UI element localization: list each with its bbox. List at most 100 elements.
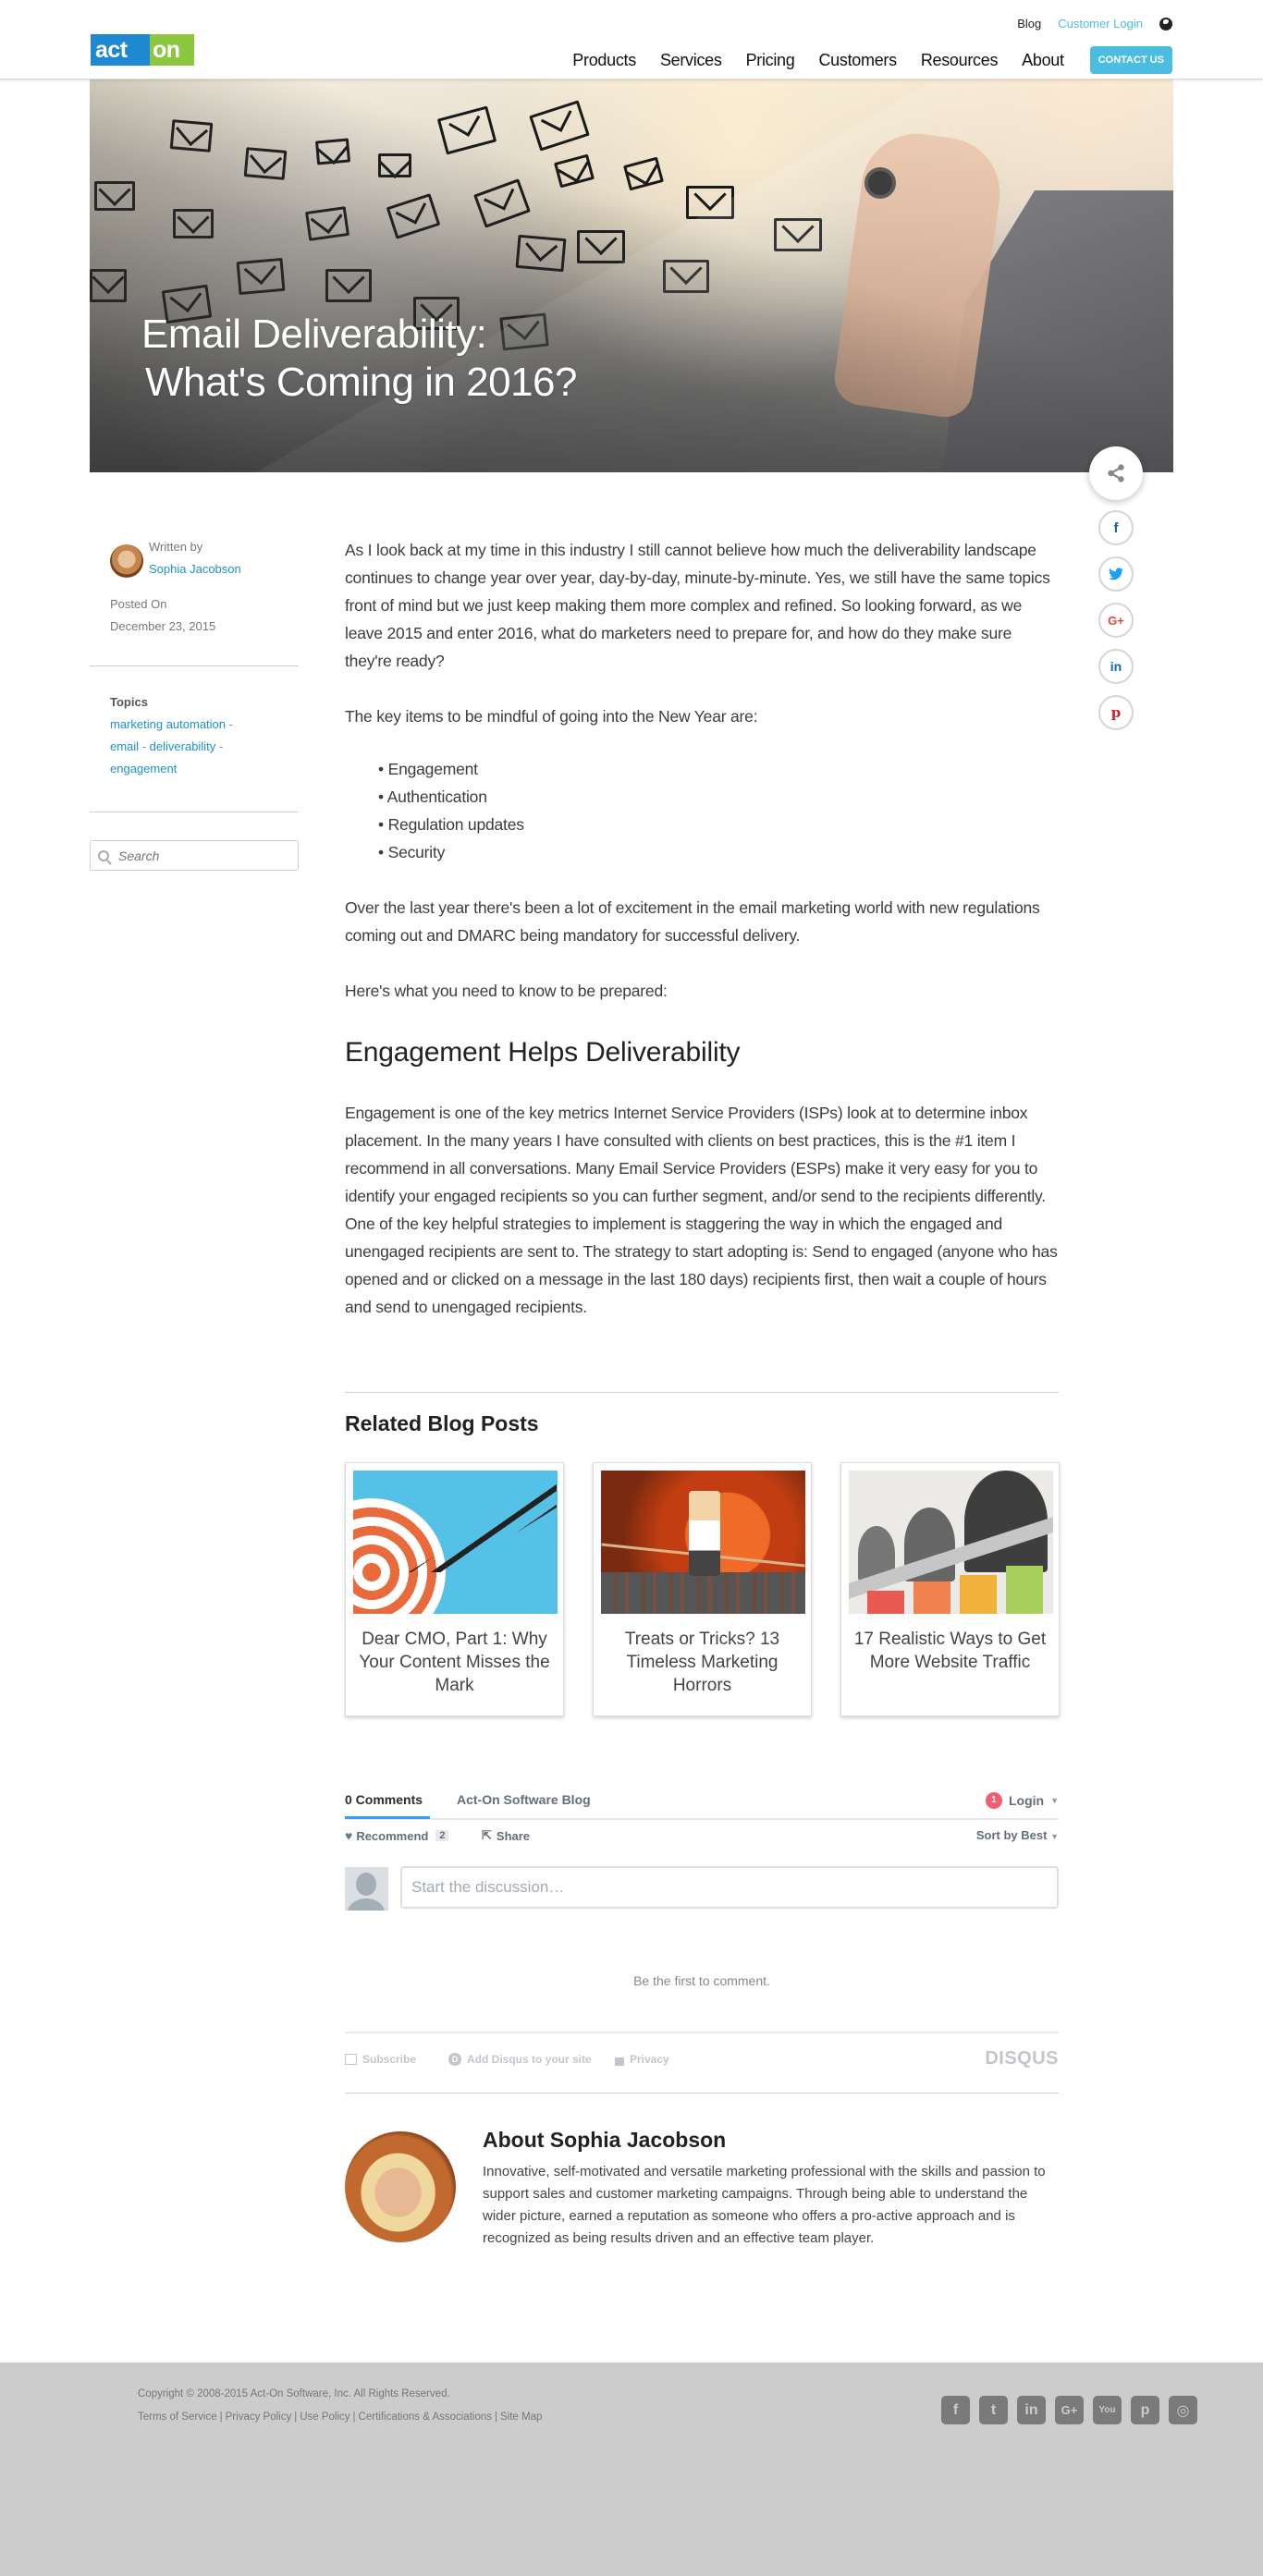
author-photo bbox=[345, 2131, 456, 2242]
footer-link-use-policy[interactable]: Use Policy bbox=[300, 2411, 349, 2423]
post-sidebar: Written by Sophia Jacobson Posted On Dec… bbox=[90, 536, 299, 871]
related-post-card[interactable]: Dear CMO, Part 1: Why Your Content Misse… bbox=[345, 1462, 564, 1716]
article-paragraph: Engagement is one of the key metrics Int… bbox=[345, 1104, 1058, 1316]
related-post-card[interactable]: Treats or Tricks? 13 Timeless Marketing … bbox=[593, 1462, 812, 1716]
lock-icon bbox=[615, 2057, 624, 2066]
instagram-icon[interactable]: ◎ bbox=[1169, 2396, 1197, 2424]
empty-comments-message: Be the first to comment. bbox=[633, 1973, 770, 1988]
share-label: Share bbox=[496, 1828, 531, 1843]
page-title: Email Deliverability: What's Coming in 2… bbox=[141, 311, 577, 407]
footer-link-certifications[interactable]: Certifications & Associations bbox=[359, 2411, 492, 2423]
about-author-title: About Sophia Jacobson bbox=[483, 2128, 727, 2152]
nav-about[interactable]: About bbox=[1022, 51, 1064, 70]
privacy-label: Privacy bbox=[630, 2053, 669, 2066]
site-header: act on Blog Customer Login Products Serv… bbox=[0, 0, 1263, 79]
related-post-title: Treats or Tricks? 13 Timeless Marketing … bbox=[624, 1630, 780, 1695]
author-avatar bbox=[110, 544, 143, 578]
topic-link[interactable]: engagement bbox=[110, 762, 177, 775]
topic-link[interactable]: email bbox=[110, 739, 139, 753]
google-plus-icon[interactable]: G+ bbox=[1055, 2396, 1084, 2424]
login-dropdown[interactable]: 1 Login ▼ bbox=[985, 1792, 1059, 1809]
related-post-title: 17 Realistic Ways to Get More Website Tr… bbox=[853, 1630, 1047, 1672]
topics-label: Topics bbox=[110, 695, 148, 709]
recommend-button[interactable]: ♥ Recommend 2 bbox=[345, 1828, 449, 1843]
key-items-list: Engagement Authentication Regulation upd… bbox=[378, 755, 1059, 866]
search-box bbox=[90, 840, 299, 871]
youtube-icon[interactable]: You bbox=[1093, 2396, 1122, 2424]
act-on-logo[interactable]: act on bbox=[91, 34, 194, 66]
copyright: Copyright © 2008-2015 Act-On Software, I… bbox=[138, 2388, 450, 2399]
recommend-count: 2 bbox=[435, 1830, 449, 1841]
utility-nav: Blog Customer Login bbox=[1017, 17, 1172, 31]
login-label: Login bbox=[1008, 1793, 1045, 1808]
nav-services[interactable]: Services bbox=[660, 51, 722, 70]
share-twitter-button[interactable] bbox=[1098, 556, 1134, 592]
twitter-icon[interactable]: t bbox=[979, 2396, 1008, 2424]
list-item: Authentication bbox=[378, 783, 1059, 811]
posted-on: Posted On December 23, 2015 bbox=[90, 593, 299, 638]
target-graphic bbox=[353, 1498, 446, 1614]
tab-community[interactable]: Act-On Software Blog bbox=[457, 1792, 591, 1807]
comment-input[interactable]: Start the discussion… bbox=[400, 1866, 1059, 1909]
page-title-line-2: What's Coming in 2016? bbox=[145, 360, 577, 405]
sidebar-divider bbox=[90, 665, 299, 666]
mail-icon bbox=[345, 2054, 357, 2065]
share-google-plus-button[interactable]: G+ bbox=[1098, 603, 1134, 638]
globe-icon[interactable] bbox=[1159, 17, 1172, 31]
share-thread-button[interactable]: ⇱ Share bbox=[482, 1828, 530, 1843]
share-icon bbox=[1108, 464, 1124, 482]
topic-link[interactable]: deliverability bbox=[150, 739, 216, 753]
share-facebook-button[interactable]: f bbox=[1098, 510, 1134, 545]
site-footer: Copyright © 2008-2015 Act-On Software, I… bbox=[0, 2362, 1263, 2576]
main-nav: Products Services Pricing Customers Reso… bbox=[548, 46, 1172, 74]
disqus-logo[interactable]: DISQUS bbox=[985, 2048, 1059, 2069]
topic-separator: - bbox=[141, 739, 147, 753]
topic-separator: - bbox=[218, 739, 224, 753]
related-post-thumbnail bbox=[353, 1471, 558, 1614]
search-input[interactable] bbox=[118, 848, 285, 863]
facebook-icon: f bbox=[1113, 519, 1119, 536]
facebook-icon[interactable]: f bbox=[941, 2396, 970, 2424]
nav-resources[interactable]: Resources bbox=[921, 51, 999, 70]
related-post-card[interactable]: 17 Realistic Ways to Get More Website Tr… bbox=[840, 1462, 1060, 1716]
footer-link-site-map[interactable]: Site Map bbox=[500, 2411, 542, 2423]
privacy-link[interactable]: Privacy bbox=[615, 2053, 669, 2066]
man-graphic bbox=[689, 1491, 720, 1576]
notification-badge: 1 bbox=[985, 1792, 1002, 1809]
related-post-title: Dear CMO, Part 1: Why Your Content Misse… bbox=[359, 1630, 550, 1695]
disqus-footer: Subscribe D Add Disqus to your site Priva… bbox=[345, 2048, 1059, 2071]
customer-login-link[interactable]: Customer Login bbox=[1058, 17, 1143, 31]
topic-separator: - bbox=[228, 717, 233, 731]
author-info: Written by Sophia Jacobson bbox=[90, 536, 299, 580]
author-link[interactable]: Sophia Jacobson bbox=[149, 562, 241, 576]
article-body: As I look back at my time in this indust… bbox=[345, 536, 1059, 1349]
blog-link[interactable]: Blog bbox=[1017, 17, 1041, 31]
share-toggle-button[interactable] bbox=[1089, 446, 1143, 500]
linkedin-icon[interactable]: in bbox=[1017, 2396, 1046, 2424]
chevron-down-icon: ▼ bbox=[1050, 1832, 1059, 1841]
recommend-label: Recommend bbox=[356, 1828, 429, 1843]
nav-customers[interactable]: Customers bbox=[818, 51, 897, 70]
footer-link-privacy[interactable]: Privacy Policy bbox=[226, 2411, 292, 2423]
arrows-graphic bbox=[409, 1480, 557, 1572]
add-disqus-link[interactable]: D Add Disqus to your site bbox=[448, 2053, 592, 2066]
tab-comments[interactable]: 0 Comments bbox=[345, 1792, 430, 1819]
topic-link[interactable]: marketing automation bbox=[110, 717, 226, 731]
subscribe-link[interactable]: Subscribe bbox=[345, 2053, 416, 2066]
nav-pricing[interactable]: Pricing bbox=[746, 51, 795, 70]
sort-dropdown[interactable]: Sort by Best ▼ bbox=[976, 1828, 1059, 1842]
share-linkedin-button[interactable]: in bbox=[1098, 649, 1134, 684]
list-item: Regulation updates bbox=[378, 811, 1059, 838]
pinterest-icon[interactable]: p bbox=[1131, 2396, 1159, 2424]
nav-products[interactable]: Products bbox=[572, 51, 636, 70]
footer-link-terms[interactable]: Terms of Service bbox=[138, 2411, 217, 2423]
topics: Topics marketing automation - email - de… bbox=[90, 691, 299, 780]
share-pinterest-button[interactable]: p bbox=[1098, 695, 1134, 730]
related-posts-title: Related Blog Posts bbox=[345, 1411, 539, 1435]
hero-shade bbox=[90, 79, 1173, 472]
hero-banner: Email Deliverability: What's Coming in 2… bbox=[90, 79, 1173, 472]
pinterest-icon: p bbox=[1110, 704, 1122, 721]
list-item: Engagement bbox=[378, 755, 1059, 783]
posted-on-label: Posted On bbox=[110, 597, 167, 611]
contact-us-button[interactable]: CONTACT US bbox=[1089, 46, 1172, 74]
